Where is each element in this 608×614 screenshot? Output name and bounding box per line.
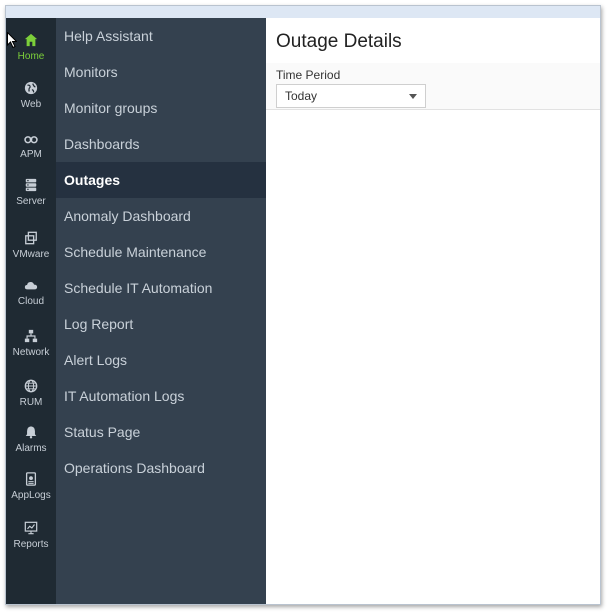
rail-item-cloud[interactable]: Cloud: [6, 275, 56, 321]
sidebar-menu: Help Assistant Monitors Monitor groups D…: [56, 18, 266, 604]
bell-icon: [23, 424, 39, 440]
cloud-icon: [23, 277, 39, 293]
menu-item-monitor-groups[interactable]: Monitor groups: [56, 90, 266, 126]
rum-globe-icon: [23, 378, 39, 394]
rail-item-web[interactable]: Web: [6, 78, 56, 124]
network-icon: [23, 328, 39, 344]
rail-item-vmware[interactable]: VMware: [6, 228, 56, 274]
rail-item-applogs[interactable]: AppLogs: [6, 469, 56, 515]
menu-item-help-assistant[interactable]: Help Assistant: [56, 18, 266, 54]
menu-item-outages[interactable]: Outages: [56, 162, 266, 198]
rail-label: Alarms: [15, 443, 47, 454]
rail-label: APM: [20, 149, 42, 160]
menu-item-monitors[interactable]: Monitors: [56, 54, 266, 90]
home-icon: [23, 32, 39, 48]
rail-item-rum[interactable]: RUM: [6, 376, 56, 422]
rail-item-reports[interactable]: Reports: [6, 518, 56, 564]
rail-label: Home: [17, 51, 45, 62]
applogs-icon: [23, 471, 39, 487]
binoculars-icon: [23, 130, 39, 146]
rail-item-alarms[interactable]: Alarms: [6, 422, 56, 468]
page-title: Outage Details: [276, 31, 402, 52]
menu-item-operations-dashboard[interactable]: Operations Dashboard: [56, 450, 266, 486]
menu-item-log-report[interactable]: Log Report: [56, 306, 266, 342]
rail-item-network[interactable]: Network: [6, 326, 56, 372]
rail-label: RUM: [19, 397, 43, 408]
menu-item-alert-logs[interactable]: Alert Logs: [56, 342, 266, 378]
globe-icon: [23, 80, 39, 96]
rail-label: Network: [12, 347, 50, 358]
time-period-label: Time Period: [276, 68, 341, 82]
rail-item-apm[interactable]: APM: [6, 128, 56, 174]
menu-item-schedule-it-automation[interactable]: Schedule IT Automation: [56, 270, 266, 306]
mouse-cursor-icon: [7, 32, 17, 48]
filter-bar: Time Period Today: [266, 63, 600, 110]
menu-item-status-page[interactable]: Status Page: [56, 414, 266, 450]
time-period-select[interactable]: Today: [276, 84, 426, 108]
icon-rail: Home Web APM Server VMware Cloud Network…: [6, 18, 56, 604]
rail-label: VMware: [12, 249, 50, 260]
reports-icon: [23, 520, 39, 536]
menu-item-it-automation-logs[interactable]: IT Automation Logs: [56, 378, 266, 414]
main-content: Outage Details Time Period Today: [266, 18, 600, 604]
top-strip: [6, 6, 600, 18]
time-period-value: Today: [285, 89, 318, 103]
menu-item-dashboards[interactable]: Dashboards: [56, 126, 266, 162]
chevron-down-icon: [409, 94, 417, 99]
vmware-icon: [23, 230, 39, 246]
menu-item-anomaly-dashboard[interactable]: Anomaly Dashboard: [56, 198, 266, 234]
rail-label: Web: [20, 99, 42, 110]
rail-item-server[interactable]: Server: [6, 175, 56, 221]
rail-label: Server: [16, 196, 46, 207]
server-icon: [23, 177, 39, 193]
app-window: Home Web APM Server VMware Cloud Network…: [5, 5, 601, 605]
rail-label: Cloud: [17, 296, 45, 307]
menu-item-schedule-maintenance[interactable]: Schedule Maintenance: [56, 234, 266, 270]
rail-label: Reports: [13, 539, 49, 550]
rail-label: AppLogs: [11, 490, 51, 501]
